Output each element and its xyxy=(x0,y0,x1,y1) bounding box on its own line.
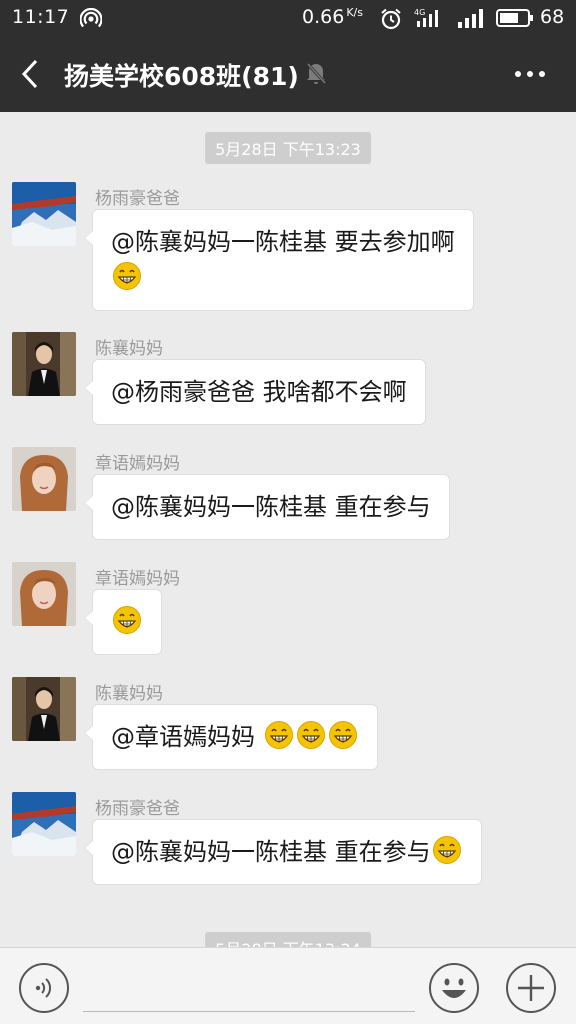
message-bubble[interactable]: @杨雨豪爸爸 我啥都不会啊 xyxy=(84,359,426,425)
alarm-icon xyxy=(381,8,401,30)
voice-icon[interactable] xyxy=(18,962,70,1014)
sender-name: 章语嫣妈妈 xyxy=(95,454,180,474)
avatar[interactable] xyxy=(12,332,76,396)
4g-signal-icon: 4G xyxy=(414,8,438,27)
hotspot-icon xyxy=(80,8,102,28)
input-bar xyxy=(0,947,576,1024)
timestamp-chip: 5月28日 下午13:24 xyxy=(205,932,371,947)
message-text: @杨雨豪爸爸 我啥都不会啊 xyxy=(111,378,407,406)
sender-name: 杨雨豪爸爸 xyxy=(95,189,180,209)
status-time: 11:17 xyxy=(12,6,70,28)
chat-message-list[interactable]: 5月28日 下午13:23 杨雨豪爸爸 @陈襄妈妈一陈桂基 要去参加啊 陈襄妈妈… xyxy=(0,112,576,947)
message-bubble[interactable]: @章语嫣妈妈 xyxy=(84,704,378,770)
message-text: @陈襄妈妈一陈桂基 重在参与 xyxy=(111,838,431,866)
back-arrow-icon[interactable] xyxy=(16,56,46,92)
battery-icon xyxy=(496,9,533,27)
message-text: @章语嫣妈妈 xyxy=(111,723,263,751)
emoji-icon[interactable] xyxy=(428,962,480,1014)
more-dots-icon[interactable] xyxy=(510,60,550,88)
message-bubble[interactable] xyxy=(84,589,162,655)
avatar[interactable] xyxy=(12,792,76,856)
sender-name: 杨雨豪爸爸 xyxy=(95,799,180,819)
grin-emoji-icon xyxy=(328,721,357,749)
network-speed: 0.66 K/s xyxy=(302,6,363,28)
timestamp-chip: 5月28日 下午13:23 xyxy=(205,132,371,164)
sender-name: 陈襄妈妈 xyxy=(95,684,163,704)
avatar[interactable] xyxy=(12,562,76,626)
plus-icon[interactable] xyxy=(505,962,557,1014)
grin-emoji-icon xyxy=(296,721,325,749)
status-bar: 11:17 0.66 K/s 4G 68 xyxy=(0,0,576,36)
svg-text:4G: 4G xyxy=(414,8,425,17)
signal-icon xyxy=(458,9,483,28)
battery-level: 68 xyxy=(540,6,565,28)
grin-emoji-icon xyxy=(432,836,461,864)
avatar[interactable] xyxy=(12,677,76,741)
sender-name: 章语嫣妈妈 xyxy=(95,569,180,589)
avatar[interactable] xyxy=(12,447,76,511)
message-bubble[interactable]: @陈襄妈妈一陈桂基 要去参加啊 xyxy=(84,209,474,311)
grin-emoji-icon xyxy=(113,262,141,290)
grin-emoji-icon xyxy=(264,721,293,749)
message-text: @陈襄妈妈一陈桂基 重在参与 xyxy=(111,493,431,521)
sender-name: 陈襄妈妈 xyxy=(95,339,163,359)
mute-bell-icon xyxy=(305,61,327,85)
message-input[interactable] xyxy=(83,962,415,1012)
avatar[interactable] xyxy=(12,182,76,246)
chat-header: 扬美学校608班(81) xyxy=(0,36,576,112)
group-title: 扬美学校608班(81) xyxy=(64,62,299,91)
message-bubble[interactable]: @陈襄妈妈一陈桂基 重在参与 xyxy=(84,474,450,540)
grin-emoji-icon xyxy=(113,606,141,634)
message-text: @陈襄妈妈一陈桂基 要去参加啊 xyxy=(111,228,455,256)
message-bubble[interactable]: @陈襄妈妈一陈桂基 重在参与 xyxy=(84,819,482,885)
